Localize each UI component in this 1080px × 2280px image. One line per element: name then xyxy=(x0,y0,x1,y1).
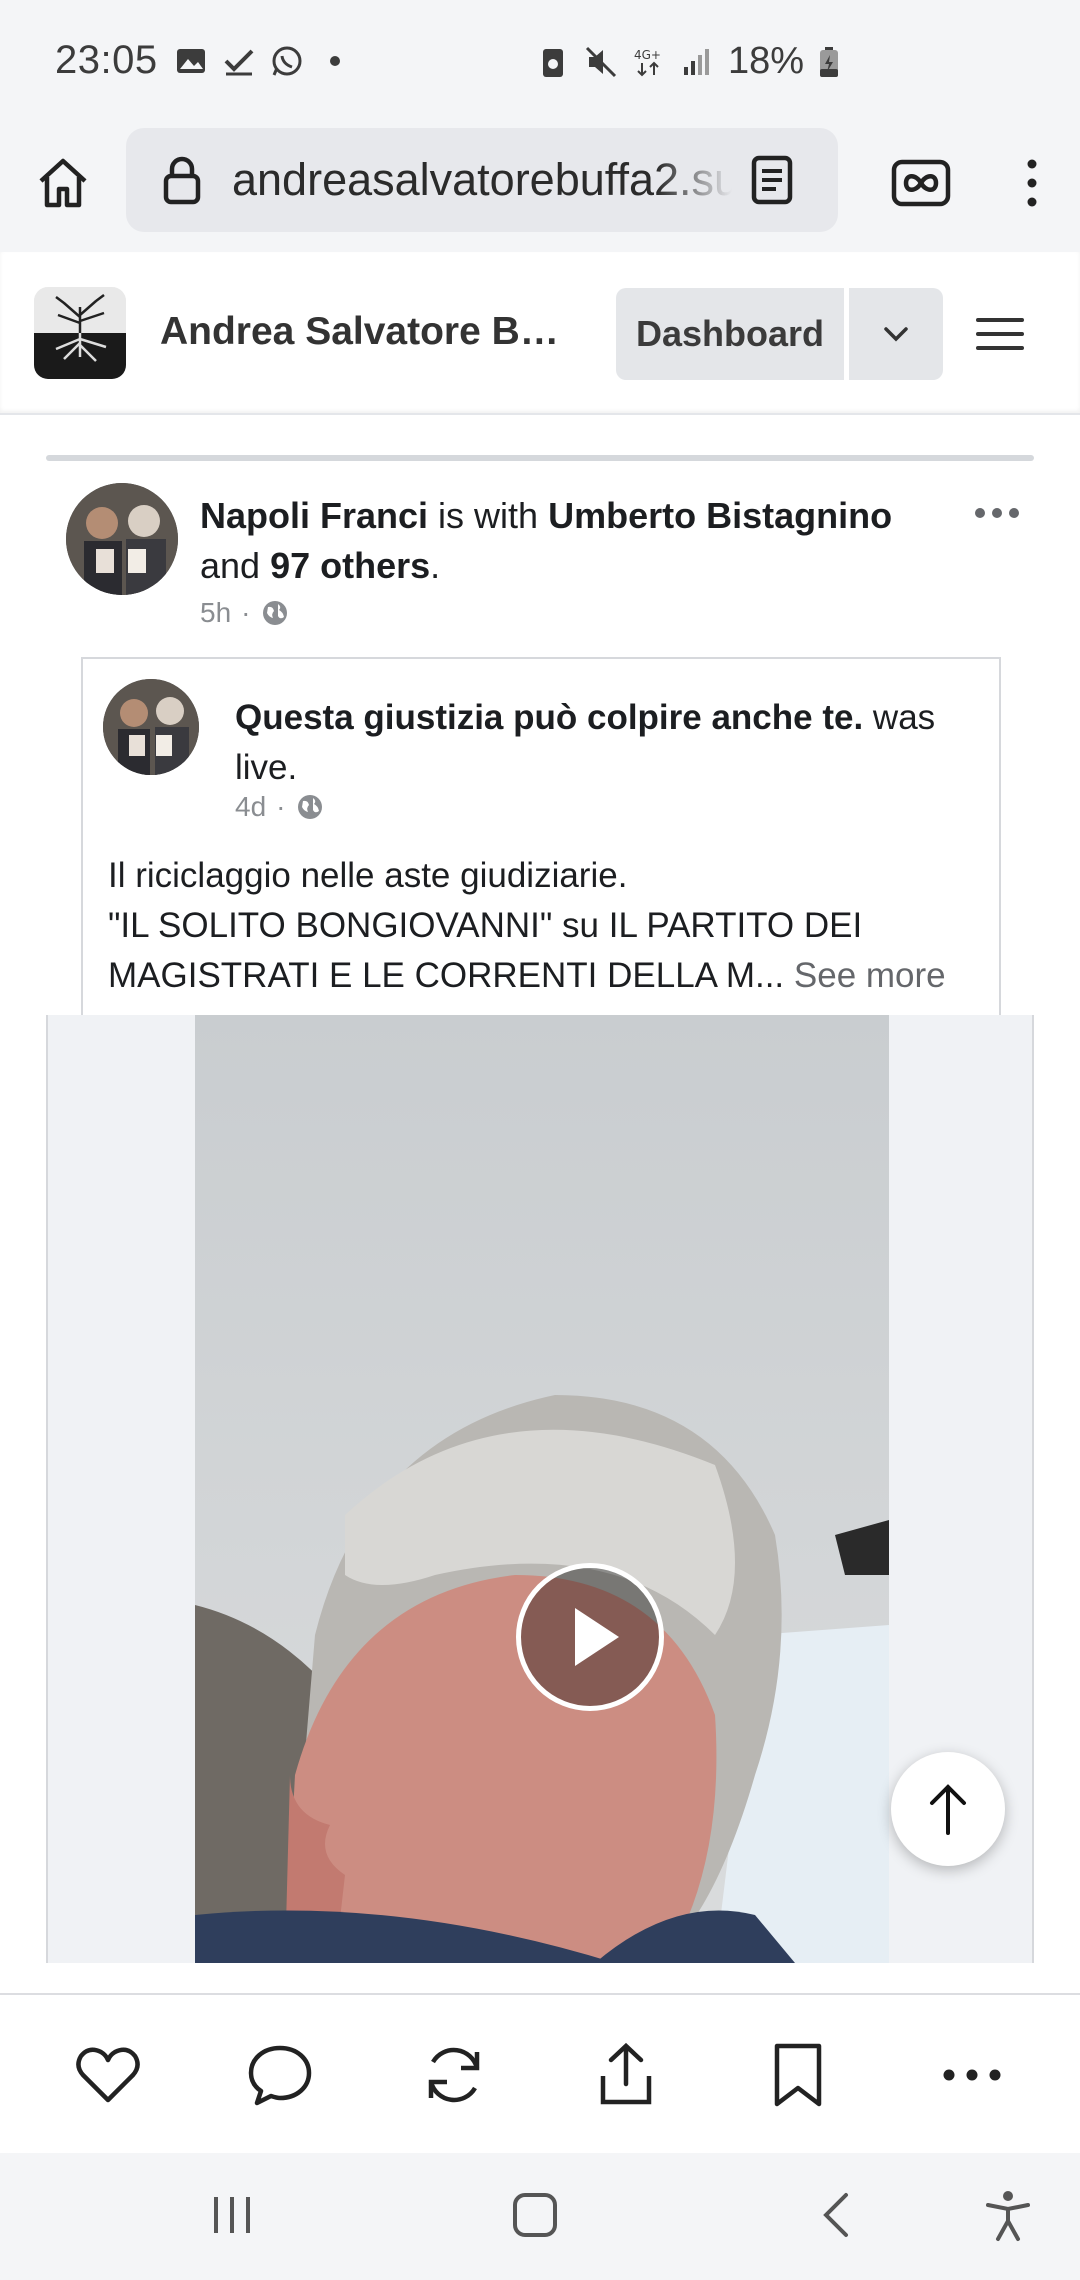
shared-post[interactable]: Questa giustizia può colpire anche te. w… xyxy=(81,657,1001,1017)
back-icon xyxy=(823,2193,848,2237)
site-header: Andrea Salvatore Buff... Dashboard xyxy=(0,252,1080,415)
site-title[interactable]: Andrea Salvatore Buff... xyxy=(160,310,580,354)
post-card: Napoli Franci is with Umberto Bistagnino… xyxy=(46,461,1034,1993)
battery-icon xyxy=(818,45,840,79)
reshare-button[interactable] xyxy=(416,2037,492,2113)
share-button[interactable] xyxy=(588,2037,664,2113)
hamburger-menu-button[interactable] xyxy=(972,306,1028,362)
mute-icon xyxy=(584,45,618,79)
and-text: and xyxy=(200,545,271,586)
author-avatar[interactable] xyxy=(66,483,178,595)
video-player[interactable] xyxy=(195,1015,889,1963)
check-icon xyxy=(222,44,256,78)
gallery-icon xyxy=(174,44,208,78)
status-time: 23:05 xyxy=(55,38,158,82)
video-thumbnail xyxy=(195,1015,889,1963)
shared-meta: 4d · xyxy=(235,791,325,823)
site-logo[interactable] xyxy=(34,287,126,379)
post-time[interactable]: 5h xyxy=(200,597,231,629)
more-button[interactable] xyxy=(934,2037,1010,2113)
svg-text:4G+: 4G+ xyxy=(634,48,661,62)
back-button[interactable] xyxy=(806,2183,870,2247)
text-line-3: MAGISTRATI E LE CORRENTI DELLA M... xyxy=(108,956,785,995)
others-link[interactable]: 97 others xyxy=(270,545,430,586)
comment-button[interactable] xyxy=(242,2037,318,2113)
separator-dot: · xyxy=(276,791,286,822)
browser-toolbar: andreasalvatorebuffa2.su xyxy=(0,128,1080,252)
horizontal-dots-icon xyxy=(943,2069,1001,2081)
period-text: . xyxy=(430,545,441,586)
dot-icon xyxy=(318,44,352,78)
dashboard-button[interactable]: Dashboard xyxy=(616,288,844,380)
more-options-icon[interactable] xyxy=(972,501,1022,525)
globe-icon xyxy=(298,795,323,819)
address-bar[interactable]: andreasalvatorebuffa2.su xyxy=(126,128,838,232)
tagged-name[interactable]: Umberto Bistagnino xyxy=(548,495,892,536)
separator-dot: · xyxy=(241,597,251,628)
shared-time[interactable]: 4d xyxy=(235,791,266,823)
reader-mode-icon[interactable] xyxy=(746,154,798,206)
refresh-icon xyxy=(428,2047,480,2103)
bookmark-icon xyxy=(774,2043,822,2107)
home-icon xyxy=(39,158,87,208)
infinity-tabs-icon xyxy=(891,159,951,207)
arrow-up-icon xyxy=(930,1784,966,1835)
lock-icon xyxy=(163,156,201,205)
feed[interactable]: Napoli Franci is with Umberto Bistagnino… xyxy=(0,415,1080,1993)
with-text: is with xyxy=(428,495,549,536)
video-container xyxy=(46,1015,1034,1963)
battery-percent: 18% xyxy=(728,40,805,82)
scroll-to-top-button[interactable] xyxy=(891,1752,1005,1866)
accessibility-button[interactable] xyxy=(976,2183,1040,2247)
status-bar: 23:05 4G+ 18% xyxy=(0,0,1080,128)
url-text[interactable]: andreasalvatorebuffa2.su xyxy=(232,154,732,210)
post-meta: 5h · xyxy=(200,597,290,629)
shared-header-text: Questa giustizia può colpire anche te. w… xyxy=(235,693,975,793)
comment-icon xyxy=(248,2045,312,2106)
browser-menu-button[interactable] xyxy=(1010,152,1054,214)
shared-post-text: Il riciclaggio nelle aste giudiziarie. "… xyxy=(108,851,988,1001)
chevron-down-icon xyxy=(884,327,908,342)
signal-icon xyxy=(680,45,714,79)
whatsapp-icon xyxy=(270,44,304,78)
4g-icon: 4G+ xyxy=(632,45,666,79)
home-nav-button[interactable] xyxy=(503,2183,567,2247)
vertical-dots-icon xyxy=(1027,159,1037,207)
hamburger-icon xyxy=(976,318,1024,350)
recent-apps-button[interactable] xyxy=(200,2183,264,2247)
bookmark-button[interactable] xyxy=(760,2037,836,2113)
share-icon xyxy=(600,2042,652,2105)
recent-apps-icon xyxy=(214,2197,250,2233)
author-name[interactable]: Napoli Franci xyxy=(200,495,428,536)
see-more-link[interactable]: See more xyxy=(794,956,946,995)
battery-saver-icon xyxy=(536,45,570,79)
tabs-button[interactable] xyxy=(890,152,952,214)
system-nav-bar xyxy=(0,2153,1080,2280)
heart-icon xyxy=(76,2047,140,2103)
home-square-icon xyxy=(513,2193,557,2237)
play-button[interactable] xyxy=(516,1563,664,1711)
accessibility-icon xyxy=(986,2191,1030,2241)
play-icon xyxy=(575,1608,619,1666)
text-line-1: Il riciclaggio nelle aste giudiziarie. xyxy=(108,856,628,895)
home-button[interactable] xyxy=(30,150,96,216)
browser-bottom-toolbar xyxy=(0,1993,1080,2153)
text-line-2: "IL SOLITO BONGIOVANNI" su IL PARTITO DE… xyxy=(108,906,863,945)
shared-author-avatar[interactable] xyxy=(103,679,199,775)
like-button[interactable] xyxy=(70,2037,146,2113)
globe-icon xyxy=(263,601,288,625)
post-header-text: Napoli Franci is with Umberto Bistagnino… xyxy=(200,491,920,591)
shared-author-name[interactable]: Questa giustizia può colpire anche te. xyxy=(235,698,863,737)
dashboard-dropdown-button[interactable] xyxy=(849,288,943,380)
